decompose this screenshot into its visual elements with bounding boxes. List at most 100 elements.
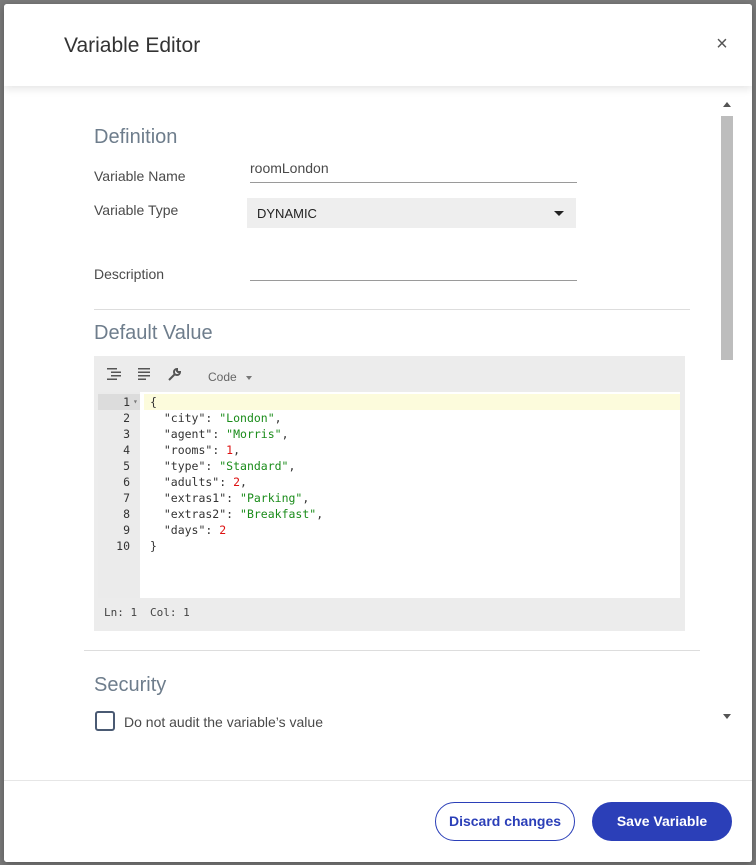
- variable-type-value: DYNAMIC: [257, 206, 317, 221]
- code-token: :: [205, 459, 220, 473]
- mode-select[interactable]: Code: [208, 370, 237, 384]
- code-area[interactable]: 1 ▾{2 "city": "London", 3 "agent": "Morris…: [98, 392, 680, 598]
- divider: [84, 650, 700, 651]
- code-token: {: [150, 395, 157, 409]
- code-token: "days": [150, 523, 206, 537]
- code-line: 5 "type": "Standard",: [98, 458, 680, 474]
- code-token: "London": [219, 411, 275, 425]
- chevron-down-icon: [554, 211, 564, 216]
- code-token: 2: [219, 523, 227, 537]
- code-line: 2 "city": "London",: [98, 410, 680, 426]
- code-text: "rooms": 1,: [150, 442, 240, 458]
- line-number: 6: [123, 475, 130, 489]
- variable-editor-dialog: Variable Editor × Definition Variable Na…: [4, 4, 752, 862]
- line-number: 9: [123, 523, 130, 537]
- line-number: 7: [123, 491, 130, 505]
- definition-heading: Definition: [94, 126, 178, 148]
- divider: [94, 309, 690, 310]
- audit-checkbox[interactable]: [95, 711, 115, 731]
- code-line: 9 "days": 2: [98, 522, 680, 538]
- code-token: ,: [274, 411, 282, 425]
- code-token: }: [150, 539, 157, 553]
- security-heading: Security: [94, 674, 167, 696]
- code-token: "Breakfast": [240, 507, 317, 521]
- line-number: 2: [123, 411, 130, 425]
- code-token: "agent": [150, 427, 213, 441]
- code-text: }: [150, 538, 157, 554]
- fold-toggle-icon[interactable]: ▾: [133, 394, 138, 410]
- code-token: "extras2": [150, 507, 227, 521]
- code-token: "city": [150, 411, 206, 425]
- code-token: ,: [288, 459, 296, 473]
- status-column: Col: 1: [150, 606, 190, 619]
- code-token: ,: [302, 491, 310, 505]
- code-token: "adults": [150, 475, 220, 489]
- audit-checkbox-label[interactable]: Do not audit the variable’s value: [124, 714, 323, 730]
- scroll-down-icon[interactable]: [723, 714, 731, 719]
- code-text: "type": "Standard",: [150, 458, 296, 474]
- status-line: Ln: 1: [104, 606, 138, 619]
- line-number: 4: [123, 443, 130, 457]
- code-line: 10}: [98, 538, 680, 554]
- code-token: :: [226, 507, 241, 521]
- code-text: "days": 2: [150, 522, 226, 538]
- code-token: "Standard": [219, 459, 289, 473]
- line-number: 5: [123, 459, 130, 473]
- code-line: 4 "rooms": 1,: [98, 442, 680, 458]
- save-variable-button[interactable]: Save Variable: [592, 802, 732, 841]
- dialog-body: Definition Variable Name roomLondon Vari…: [4, 86, 752, 780]
- close-icon[interactable]: ×: [712, 34, 732, 54]
- code-editor: Code 1 ▾{2 "city": "London", 3 "agent": "M…: [94, 356, 685, 631]
- code-line: 8 "extras2": "Breakfast",: [98, 506, 680, 522]
- code-line: 1 ▾ {: [98, 394, 680, 410]
- code-token: "Morris": [226, 427, 282, 441]
- code-token: "Parking": [240, 491, 303, 505]
- description-label: Description: [94, 266, 165, 282]
- dialog-footer: Discard changes Save Variable: [4, 780, 752, 862]
- code-text: "city": "London",: [150, 410, 282, 426]
- compact-icon[interactable]: [136, 368, 152, 384]
- discard-changes-button[interactable]: Discard changes: [435, 802, 575, 841]
- description-input[interactable]: [250, 258, 577, 281]
- vertical-scrollbar[interactable]: [720, 98, 736, 726]
- line-number: 3: [123, 427, 130, 441]
- code-token: "extras1": [150, 491, 227, 505]
- code-token: ,: [233, 443, 241, 457]
- editor-status-bar: Ln: 1 Col: 1: [98, 598, 680, 626]
- code-token: ,: [281, 427, 289, 441]
- default-value-heading: Default Value: [94, 322, 213, 344]
- format-icon[interactable]: [106, 368, 122, 384]
- code-token: :: [212, 443, 227, 457]
- code-line: 7 "extras1": "Parking",: [98, 490, 680, 506]
- code-token: :: [205, 411, 220, 425]
- code-token: :: [205, 523, 220, 537]
- code-text: "extras1": "Parking",: [150, 490, 309, 506]
- variable-type-select[interactable]: DYNAMIC: [247, 198, 576, 228]
- code-token: ,: [316, 507, 324, 521]
- code-token: "rooms": [150, 443, 213, 457]
- code-text: "extras2": "Breakfast",: [150, 506, 323, 522]
- variable-type-label: Variable Type: [94, 202, 179, 218]
- code-token: :: [226, 491, 241, 505]
- wrench-icon[interactable]: [166, 367, 182, 384]
- line-number: 10: [116, 539, 130, 553]
- dialog-title: Variable Editor: [64, 34, 201, 57]
- code-token: ,: [240, 475, 247, 489]
- code-text: "adults": 2,: [150, 474, 247, 490]
- code-token: :: [212, 427, 227, 441]
- code-token: :: [219, 475, 234, 489]
- variable-name-input[interactable]: roomLondon: [250, 160, 577, 183]
- line-number: 1: [123, 395, 130, 409]
- code-line: 6 "adults": 2,: [98, 474, 680, 490]
- scroll-thumb[interactable]: [721, 116, 733, 360]
- code-line: 3 "agent": "Morris",: [98, 426, 680, 442]
- dialog-header: Variable Editor ×: [4, 4, 752, 86]
- code-token: 2: [233, 475, 241, 489]
- code-token: "type": [150, 459, 206, 473]
- variable-name-label: Variable Name: [94, 168, 186, 184]
- code-text: "agent": "Morris",: [150, 426, 289, 442]
- scroll-up-icon[interactable]: [723, 102, 731, 107]
- caret-down-icon: [246, 376, 252, 380]
- variable-name-value: roomLondon: [250, 160, 329, 176]
- code-text: {: [150, 394, 157, 410]
